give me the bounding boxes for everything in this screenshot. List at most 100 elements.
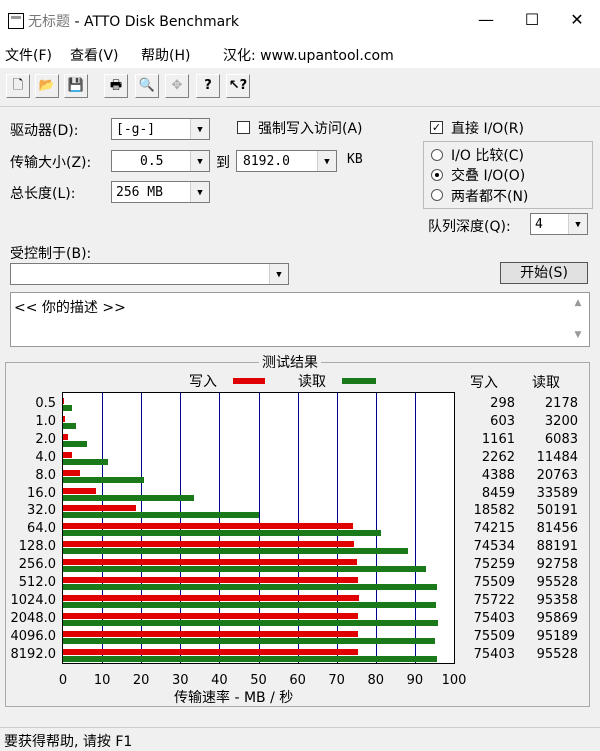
read-value: 6083 (544, 431, 578, 447)
y-tick-label: 2.0 (35, 431, 56, 447)
start-button[interactable]: 开始(S) (500, 262, 588, 284)
x-tick-label: 60 (289, 673, 306, 688)
write-value: 75722 (473, 592, 515, 608)
write-bar (63, 398, 65, 404)
scroll-down-icon[interactable]: ▼ (569, 326, 587, 344)
queue-depth-label: 队列深度(Q): (428, 219, 511, 235)
menu-help[interactable]: 帮助(H) (141, 45, 190, 65)
write-bar (63, 469, 81, 476)
y-tick-label: 8192.0 (10, 646, 57, 662)
read-value: 11484 (536, 449, 578, 465)
print-icon[interactable]: 🖶 (104, 74, 128, 98)
col-header-read: 读取 (532, 375, 560, 391)
x-tick-label: 80 (367, 673, 385, 688)
status-text: 要获得帮助, 请按 F1 (4, 734, 133, 750)
app-icon (8, 13, 24, 29)
x-tick-label: 90 (406, 673, 424, 688)
chevron-down-icon: ▼ (568, 214, 587, 234)
write-bar (63, 594, 360, 601)
read-bar (63, 530, 382, 537)
read-bar (63, 494, 195, 501)
write-value: 4388 (481, 467, 515, 483)
total-length-select[interactable]: 256 MB ▼ (111, 181, 210, 203)
move-icon[interactable]: ✥ (165, 74, 189, 98)
open-icon[interactable]: 📂 (35, 74, 59, 98)
write-value: 75509 (473, 628, 515, 644)
read-bar (63, 619, 438, 626)
write-value: 298 (490, 396, 515, 411)
force-write-checkbox[interactable] (237, 121, 250, 134)
io-compare-label: I/O 比较(C) (451, 148, 525, 164)
read-value: 95189 (536, 628, 578, 644)
window-title: 无标题 - ATTO Disk Benchmark (28, 14, 240, 30)
context-help-icon[interactable]: ↖? (226, 74, 250, 98)
print-preview-icon[interactable]: 🔍 (135, 74, 159, 98)
maximize-button[interactable]: ☐ (509, 0, 555, 40)
x-tick-label: 40 (211, 673, 228, 688)
read-value: 81456 (536, 521, 578, 537)
x-tick-label: 20 (132, 673, 150, 688)
results-title: 测试结果 (259, 352, 321, 372)
force-write-label: 强制写入访问(A) (258, 121, 363, 137)
close-button[interactable]: ✕ (554, 0, 600, 40)
write-bar (63, 648, 358, 655)
legend-read-swatch (342, 378, 376, 384)
to-label: 到 (216, 155, 230, 171)
menu-localization[interactable]: 汉化: www.upantool.com (223, 45, 394, 65)
controlled-by-label: 受控制于(B): (10, 246, 92, 262)
read-bar (63, 566, 426, 573)
overlap-io-radio[interactable] (431, 169, 443, 181)
x-tick-label: 50 (250, 673, 267, 688)
read-bar (63, 458, 108, 465)
chevron-down-icon: ▼ (317, 151, 336, 171)
read-bar (63, 548, 408, 555)
scroll-up-icon[interactable]: ▲ (569, 294, 587, 312)
direct-io-label: 直接 I/O(R) (451, 121, 524, 137)
menu-file[interactable]: 文件(F) (5, 45, 52, 65)
help-icon[interactable]: ? (196, 74, 220, 98)
controlled-by-select[interactable]: ▼ (10, 263, 289, 285)
legend-read-label: 读取 (298, 374, 326, 390)
read-value: 20763 (536, 467, 578, 483)
description-text: << 你的描述 >> (14, 300, 126, 316)
queue-depth-select[interactable]: 4 ▼ (530, 213, 588, 235)
read-bar (63, 637, 436, 644)
read-bar (63, 601, 436, 608)
transfer-to-select[interactable]: 8192.0 ▼ (236, 150, 337, 172)
x-tick-label: 100 (441, 673, 467, 688)
write-value: 8459 (481, 485, 515, 501)
write-value: 74534 (473, 539, 515, 555)
y-tick-label: 0.5 (35, 396, 56, 411)
y-tick-label: 256.0 (18, 557, 56, 573)
read-bar (63, 476, 145, 483)
write-bar (63, 451, 72, 458)
x-tick-label: 70 (328, 673, 345, 688)
new-icon[interactable]: 🗋 (6, 74, 30, 98)
total-length-label: 总长度(L): (10, 186, 76, 202)
chevron-down-icon: ▼ (190, 151, 209, 171)
write-value: 75259 (473, 557, 515, 573)
unit-label: KB (347, 152, 363, 167)
chart-plot-area (62, 392, 455, 664)
io-compare-radio[interactable] (431, 149, 443, 161)
overlap-io-label: 交叠 I/O(O) (451, 168, 526, 184)
y-tick-label: 4096.0 (10, 628, 57, 644)
minimize-button[interactable]: — (463, 0, 509, 40)
transfer-from-select[interactable]: 0.5 ▼ (111, 150, 210, 172)
neither-radio[interactable] (431, 189, 443, 201)
read-value: 95528 (536, 646, 578, 662)
write-bar (63, 487, 97, 494)
drive-select[interactable]: [-g-] ▼ (111, 118, 210, 140)
x-tick-label: 30 (172, 673, 189, 688)
y-tick-label: 4.0 (35, 449, 56, 465)
save-icon[interactable]: 💾 (64, 74, 88, 98)
y-tick-label: 2048.0 (10, 610, 57, 626)
menu-view[interactable]: 查看(V) (70, 45, 119, 65)
chevron-down-icon: ▼ (269, 264, 288, 284)
direct-io-checkbox[interactable]: ✓ (430, 121, 443, 134)
toolbar (0, 68, 600, 107)
transfer-size-label: 传输大小(Z): (10, 155, 92, 171)
read-bar (63, 440, 87, 447)
neither-label: 两者都不(N) (451, 189, 529, 205)
read-value: 2178 (544, 396, 578, 411)
